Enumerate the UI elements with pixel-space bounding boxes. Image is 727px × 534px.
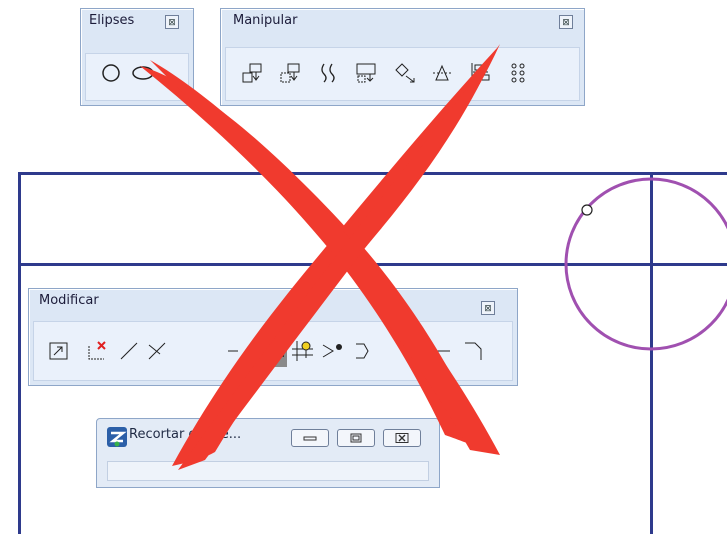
parallel-copy-icon[interactable]: [317, 61, 341, 85]
manipular-title: Manipular: [233, 13, 298, 28]
manipular-palette[interactable]: Manipular ⊠: [220, 8, 585, 106]
microstation-logo-icon: [107, 427, 127, 447]
modificar-palette[interactable]: Modificar ⊠: [28, 288, 518, 386]
trim-elements-icon[interactable]: [257, 337, 287, 367]
mirror-icon[interactable]: [431, 61, 455, 85]
scale-icon[interactable]: [355, 61, 379, 85]
maximize-button[interactable]: [337, 429, 375, 447]
chamfer-icon[interactable]: [353, 339, 377, 363]
cursor-pointer-icon: [581, 204, 593, 216]
circle-element: [564, 177, 727, 351]
dialog-title: Recortar eleme...: [129, 427, 242, 442]
ellipse-icon[interactable]: [131, 61, 155, 85]
array-icon[interactable]: [507, 61, 531, 85]
close-button[interactable]: [383, 429, 421, 447]
fillet-icon[interactable]: [321, 339, 345, 363]
extend-line-icon[interactable]: [117, 339, 141, 363]
modificar-title: Modificar: [39, 293, 99, 308]
circle-icon[interactable]: [99, 61, 123, 85]
rotate-icon[interactable]: [393, 61, 417, 85]
trim-to-intersection-icon[interactable]: [225, 339, 249, 363]
move-element-icon[interactable]: [279, 61, 303, 85]
manipular-close-button[interactable]: ⊠: [559, 15, 573, 29]
dialog-options-area: [107, 461, 429, 481]
break-icon[interactable]: [429, 339, 453, 363]
corner-icon[interactable]: [461, 339, 485, 363]
elipses-palette[interactable]: Elipses ⊠: [80, 8, 194, 106]
elipses-close-button[interactable]: ⊠: [165, 15, 179, 29]
elipses-title: Elipses: [89, 13, 135, 28]
minimize-icon: [303, 436, 317, 441]
delete-part-icon[interactable]: [85, 339, 109, 363]
recortar-elementos-dialog[interactable]: Recortar eleme...: [96, 418, 440, 488]
minimize-button[interactable]: [291, 429, 329, 447]
modificar-close-button[interactable]: ⊠: [481, 301, 495, 315]
modify-element-icon[interactable]: [47, 339, 71, 363]
extend-two-icon[interactable]: [145, 339, 169, 363]
intelli-trim-icon[interactable]: [291, 339, 315, 363]
align-icon[interactable]: [469, 61, 493, 85]
copy-element-icon[interactable]: [241, 61, 265, 85]
close-icon: [395, 433, 409, 443]
maximize-icon: [350, 433, 362, 443]
vertical-line-left: [18, 172, 21, 534]
